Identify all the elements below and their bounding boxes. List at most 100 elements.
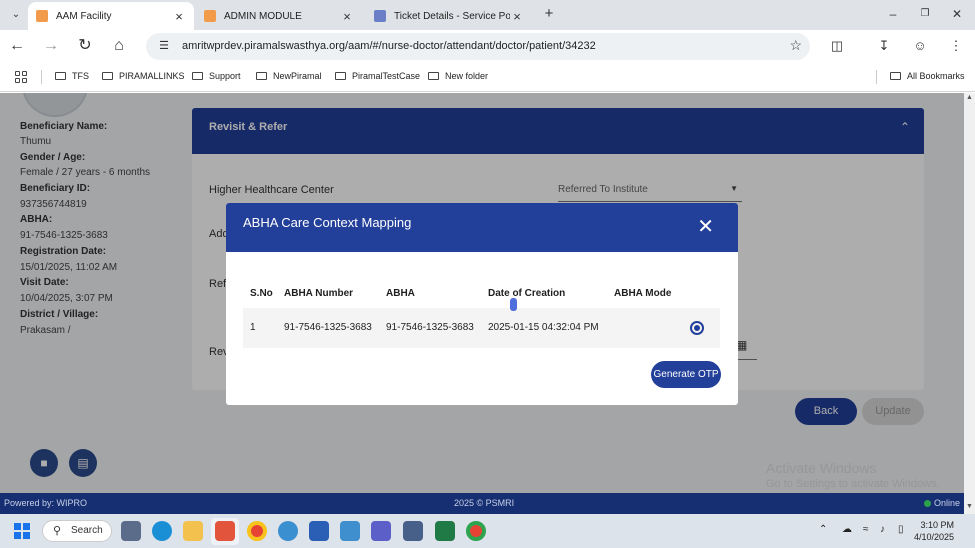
windows-start-icon[interactable] [14, 523, 30, 539]
windows-taskbar: ⚲ Search ⌃ ☁ ≈ ♪ ▯ 3:10 PM 4/10/2025 [0, 514, 975, 548]
teams-icon[interactable] [371, 521, 391, 541]
show-hidden-icons-chevron-icon[interactable]: ⌃ [819, 524, 827, 535]
notepad-icon[interactable] [340, 521, 360, 541]
chrome-icon[interactable] [247, 521, 267, 541]
portal-favicon-icon [374, 10, 386, 22]
app-favicon-icon [204, 10, 216, 22]
app-favicon-icon [36, 10, 48, 22]
home-icon[interactable]: ⌂ [108, 35, 130, 57]
folder-icon [256, 72, 267, 80]
all-bookmarks[interactable]: All Bookmarks [890, 71, 965, 81]
task-view-icon[interactable] [121, 521, 141, 541]
excel-icon[interactable] [435, 521, 455, 541]
site-info-icon[interactable]: ☰ [156, 38, 172, 54]
profile-icon[interactable]: ☺ [909, 35, 931, 57]
word-icon[interactable] [309, 521, 329, 541]
taskbar-clock[interactable]: 3:10 PM 4/10/2025 [914, 519, 954, 543]
folder-icon [890, 72, 901, 80]
app-footer: Powered by: WIPRO 2025 © PSMRI Online [0, 493, 964, 514]
url-text: amritwprdev.piramalswasthya.org/aam/#/nu… [182, 40, 596, 52]
generate-otp-button[interactable]: Generate OTP [651, 361, 721, 388]
copyright-text: 2025 © PSMRI [454, 498, 515, 508]
forward-arrow-icon[interactable]: → [40, 35, 62, 57]
column-header-abha-number: ABHA Number [284, 288, 354, 299]
scroll-down-arrow-icon[interactable]: ▼ [964, 503, 975, 513]
folder-icon [55, 72, 66, 80]
tab-title: Ticket Details - Service Porta [394, 10, 510, 22]
file-explorer-icon[interactable] [183, 521, 203, 541]
cell-date-of-creation: 2025-01-15 04:32:04 PM [488, 322, 599, 333]
bookmark-label: All Bookmarks [907, 71, 965, 81]
restore-icon[interactable]: ❐ [909, 3, 941, 25]
text-cursor-highlight [510, 298, 517, 311]
menu-kebab-icon[interactable]: ⋮ [945, 35, 967, 57]
download-icon[interactable]: ↧ [873, 35, 895, 57]
folder-icon [192, 72, 203, 80]
connection-status: Online [923, 498, 960, 508]
scroll-up-arrow-icon[interactable]: ▲ [964, 94, 975, 104]
page-viewport: Beneficiary Name: Thumu Gender / Age: Fe… [0, 93, 964, 514]
folder-icon [102, 72, 113, 80]
row-select-radio[interactable] [690, 321, 704, 335]
tab-ticket-details[interactable]: Ticket Details - Service Porta × [366, 2, 532, 30]
powered-by-text: Powered by: WIPRO [4, 498, 88, 508]
onedrive-icon[interactable] [278, 521, 298, 541]
bookmark-label: Support [209, 71, 241, 81]
activate-windows-watermark: Activate Windows Go to Settings to activ… [766, 460, 940, 490]
clock-date: 4/10/2025 [914, 532, 955, 542]
online-status-text: Online [933, 498, 960, 508]
bookmark-label: PIRAMALLINKS [119, 71, 185, 81]
minimize-icon[interactable]: – [877, 3, 909, 25]
tab-aam-facility[interactable]: AAM Facility × [28, 2, 194, 30]
snipping-tool-icon[interactable] [215, 521, 235, 541]
cell-abha: 91-7546-1325-3683 [386, 322, 474, 333]
bookmark-star-icon[interactable]: ☆ [789, 37, 802, 54]
volume-icon[interactable]: ♪ [880, 524, 885, 535]
remote-desktop-icon[interactable] [403, 521, 423, 541]
onedrive-tray-icon[interactable]: ☁ [842, 524, 852, 535]
bookmark-piramaltestcase[interactable]: PiramalTestCase [335, 71, 420, 81]
column-header-abha: ABHA [386, 288, 415, 299]
bookmark-new-folder[interactable]: New folder [428, 71, 488, 81]
watermark-title: Activate Windows [766, 460, 877, 476]
bookmark-tfs[interactable]: TFS [55, 71, 89, 81]
bookmark-label: NewPiramal [273, 71, 322, 81]
taskbar-search[interactable]: ⚲ Search [42, 520, 112, 542]
folder-icon [428, 72, 439, 80]
table-row[interactable]: 1 91-7546-1325-3683 91-7546-1325-3683 20… [243, 308, 720, 348]
close-tab-icon[interactable]: × [340, 9, 354, 24]
back-arrow-icon[interactable]: ← [6, 35, 28, 57]
bookmark-piramallinks[interactable]: PIRAMALLINKS [102, 71, 185, 81]
page-scrollbar[interactable] [964, 93, 975, 514]
wifi-icon[interactable]: ≈ [863, 524, 869, 535]
modal-header: ABHA Care Context Mapping ✕ [226, 203, 738, 252]
tab-search-chevron-icon[interactable]: ⌄ [6, 5, 26, 25]
battery-icon[interactable]: ▯ [898, 524, 904, 535]
close-tab-icon[interactable]: × [172, 9, 186, 24]
bookmarks-divider [876, 70, 877, 84]
column-header-date-of-creation: Date of Creation [488, 288, 566, 299]
bookmark-support[interactable]: Support [192, 71, 241, 81]
edge-browser-icon[interactable] [152, 521, 172, 541]
bookmark-label: TFS [72, 71, 89, 81]
extensions-icon[interactable]: ◫ [826, 35, 848, 57]
column-header-abha-mode: ABHA Mode [614, 288, 672, 299]
tab-admin-module[interactable]: ADMIN MODULE × [196, 2, 362, 30]
reload-icon[interactable]: ↻ [74, 35, 96, 57]
tab-title: AAM Facility [56, 10, 112, 22]
address-bar[interactable]: ☰ amritwprdev.piramalswasthya.org/aam/#/… [146, 33, 810, 60]
tab-title: ADMIN MODULE [224, 10, 302, 22]
bookmarks-bar: TFS PIRAMALLINKS Support NewPiramal Pira… [0, 63, 975, 92]
modal-title: ABHA Care Context Mapping [243, 215, 412, 230]
bookmark-label: New folder [445, 71, 489, 81]
apps-grid-icon[interactable] [15, 71, 27, 83]
folder-icon [335, 72, 346, 80]
new-tab-plus-icon[interactable]: + [540, 6, 558, 24]
window-close-icon[interactable]: ✕ [941, 3, 973, 25]
taskbar-search-label: Search [71, 525, 103, 536]
chrome-profile-icon[interactable] [466, 521, 486, 541]
bookmark-newpiramal[interactable]: NewPiramal [256, 71, 322, 81]
bookmarks-divider [41, 70, 42, 84]
close-tab-icon[interactable]: × [510, 9, 524, 24]
close-icon[interactable]: ✕ [697, 214, 714, 239]
